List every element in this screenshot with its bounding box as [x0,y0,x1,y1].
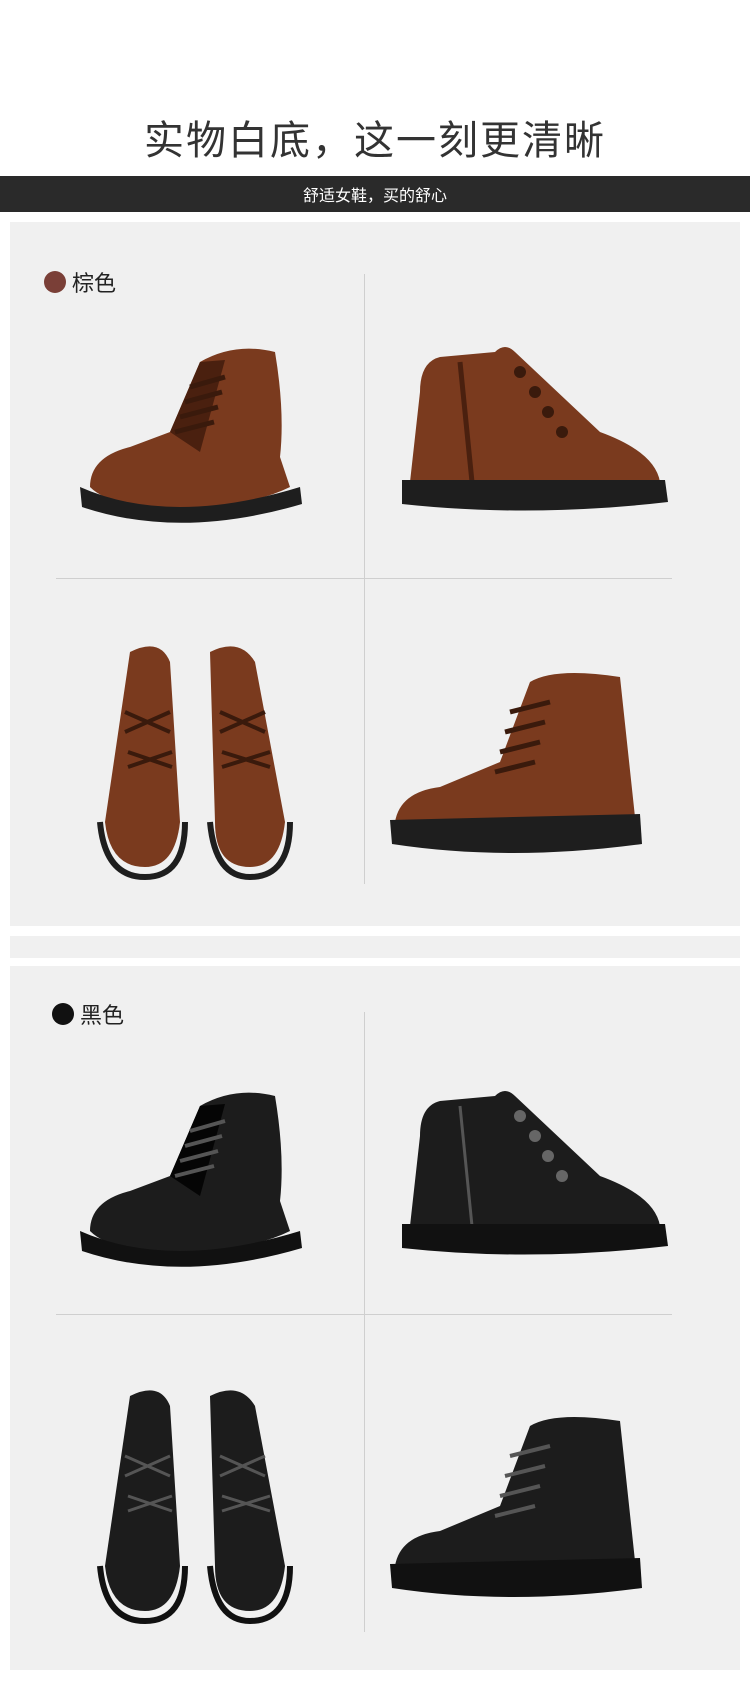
product-photo-front-angle-black[interactable] [50,1026,350,1286]
product-photo-top-view-brown[interactable] [50,622,350,882]
headline: 实物白底，这一刻更清晰 [144,118,606,164]
product-photo-side-laces-brown[interactable] [380,622,680,882]
grid-divider-vertical [364,274,365,884]
product-photo-side-zipper-brown[interactable] [380,282,680,542]
color-swatch-black [52,1003,74,1025]
product-photo-top-view-black[interactable] [50,1366,350,1626]
promo-banner: 舒适女鞋，买的舒心 [0,176,750,212]
product-photo-side-laces-black[interactable] [380,1366,680,1626]
product-photo-side-zipper-black[interactable] [380,1026,680,1286]
product-photo-front-angle-brown[interactable] [50,282,350,542]
grid-divider-horizontal [56,1314,672,1315]
promo-banner-text: 舒适女鞋，买的舒心 [302,186,447,205]
grid-divider-horizontal [56,578,672,579]
grid-divider-vertical [364,1012,365,1632]
variant-panel-black: 黑色 [10,966,740,1670]
variant-panel-brown: 棕色 [10,222,740,926]
section-separator [10,936,740,958]
